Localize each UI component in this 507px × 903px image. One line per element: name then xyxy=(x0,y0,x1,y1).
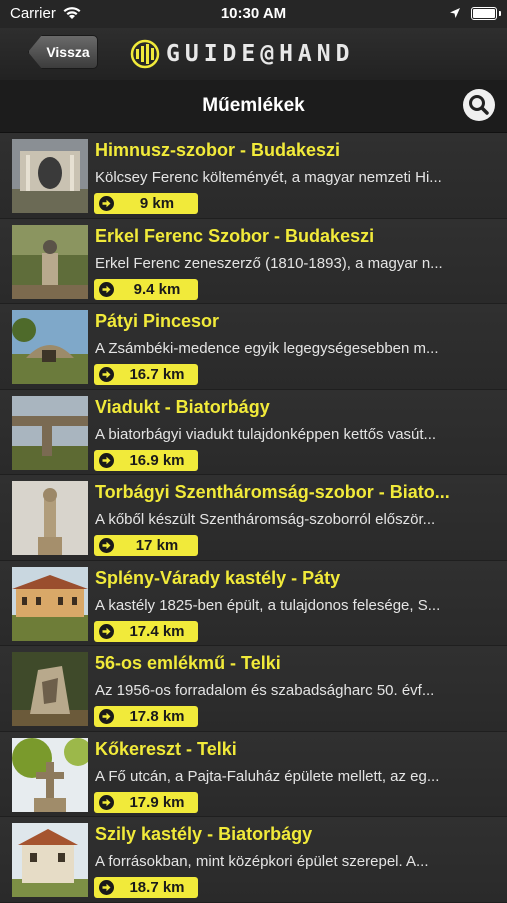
item-title: Splény-Várady kastély - Páty xyxy=(95,567,341,588)
distance-value: 16.9 km xyxy=(129,451,185,469)
list-item[interactable]: Erkel Ferenc Szobor - Budakeszi Erkel Fe… xyxy=(0,218,507,304)
distance-badge: 16.7 km xyxy=(94,364,198,385)
distance-value: 17.4 km xyxy=(129,622,185,640)
distance-badge: 17.8 km xyxy=(94,706,198,727)
item-title: Kőkereszt - Telki xyxy=(95,738,237,759)
distance-badge: 9 km xyxy=(94,193,198,214)
distance-value: 18.7 km xyxy=(129,879,185,896)
thumbnail-image xyxy=(12,566,88,641)
thumbnail-image xyxy=(12,139,88,213)
section-header: Műemlékek xyxy=(0,80,507,133)
search-button[interactable] xyxy=(463,89,495,121)
item-title: Pátyi Pincesor xyxy=(95,311,220,331)
list-item[interactable]: Kőkereszt - Telki A Fő utcán, a Pajta-Fa… xyxy=(0,731,507,817)
globe-sound-icon xyxy=(130,39,160,69)
thumbnail-image xyxy=(12,481,88,555)
item-description: Az 1956-os forradalom és szabadságharc 5… xyxy=(95,682,435,699)
distance-value: 16.7 km xyxy=(129,366,185,383)
list-item[interactable]: Viadukt - Biatorbágy A biatorbágyi viadu… xyxy=(0,389,507,475)
distance-value: 17 km xyxy=(135,537,179,554)
arrow-right-icon xyxy=(99,794,114,810)
item-description: A biatorbágyi viadukt tulajdonképpen ket… xyxy=(95,425,437,443)
arrow-right-icon xyxy=(99,196,114,211)
distance-value: 9 km xyxy=(139,195,175,212)
item-description: A Fő utcán, a Pajta-Faluház épülete mell… xyxy=(95,767,440,785)
item-description: Erkel Ferenc zeneszerző (1810-1893), a m… xyxy=(95,254,443,272)
page-title: Műemlékek xyxy=(202,95,305,116)
back-button[interactable]: Vissza xyxy=(28,35,98,69)
list-item[interactable]: Himnusz-szobor - Budakeszi Kölcsey Feren… xyxy=(0,133,507,219)
distance-value: 17.8 km xyxy=(129,708,185,725)
logo-text: GUIDE@HAND xyxy=(166,41,355,67)
battery-tip xyxy=(499,11,501,16)
item-title: Torbágyi Szentháromság-szobor - Biato... xyxy=(95,482,450,502)
list-item[interactable]: Splény-Várady kastély - Páty A kastély 1… xyxy=(0,560,507,646)
item-description: A kőből készült Szentháromság-szoborról … xyxy=(95,511,436,528)
list-item[interactable]: Pátyi Pincesor A Zsámbéki-medence egyik … xyxy=(0,304,507,390)
item-title: Szily kastély - Biatorbágy xyxy=(95,824,313,844)
arrow-right-icon xyxy=(99,538,114,553)
arrow-right-icon xyxy=(99,880,114,895)
distance-value: 9.4 km xyxy=(133,280,181,298)
arrow-right-icon xyxy=(99,623,114,639)
thumbnail-image xyxy=(12,823,88,897)
distance-badge: 17.9 km xyxy=(94,791,198,813)
item-description: A forrásokban, mint középkori épület sze… xyxy=(95,853,429,870)
item-title: Erkel Ferenc Szobor - Budakeszi xyxy=(95,225,375,246)
nav-bar: Vissza GUIDE@HAND xyxy=(0,28,507,80)
distance-value: 17.9 km xyxy=(129,793,185,811)
distance-badge: 18.7 km xyxy=(94,877,198,898)
item-description: A Zsámbéki-medence egyik legegységesebbe… xyxy=(95,340,439,357)
item-title: Himnusz-szobor - Budakeszi xyxy=(95,140,341,160)
arrow-right-icon xyxy=(99,367,114,382)
search-icon xyxy=(469,95,489,115)
distance-badge: 16.9 km xyxy=(94,449,198,471)
thumbnail-image xyxy=(12,395,88,470)
item-title: 56-os emlékmű - Telki xyxy=(95,653,281,673)
battery-icon xyxy=(471,7,497,20)
arrow-right-icon xyxy=(99,452,114,468)
monument-list: Himnusz-szobor - Budakeszi Kölcsey Feren… xyxy=(0,133,507,903)
arrow-right-icon xyxy=(99,709,114,724)
item-description: A kastély 1825-ben épült, a tulajdonos f… xyxy=(95,596,441,614)
app-logo: GUIDE@HAND xyxy=(130,38,354,70)
arrow-right-icon xyxy=(99,281,114,297)
thumbnail-image xyxy=(12,737,88,812)
thumbnail-image xyxy=(12,310,88,384)
thumbnail-image xyxy=(12,224,88,299)
distance-badge: 9.4 km xyxy=(94,278,198,300)
list-item[interactable]: 56-os emlékmű - Telki Az 1956-os forrada… xyxy=(0,646,507,732)
item-description: Kölcsey Ferenc költeményét, a magyar nem… xyxy=(95,169,442,186)
item-title: Viadukt - Biatorbágy xyxy=(95,396,270,417)
thumbnail-image xyxy=(12,652,88,726)
list-item[interactable]: Torbágyi Szentháromság-szobor - Biato...… xyxy=(0,475,507,561)
status-bar: Carrier 10:30 AM xyxy=(0,0,507,28)
list-item[interactable]: Szily kastély - Biatorbágy A forrásokban… xyxy=(0,817,507,903)
distance-badge: 17.4 km xyxy=(94,620,198,642)
location-arrow-icon xyxy=(450,8,460,18)
distance-badge: 17 km xyxy=(94,535,198,556)
clock: 10:30 AM xyxy=(220,5,287,22)
